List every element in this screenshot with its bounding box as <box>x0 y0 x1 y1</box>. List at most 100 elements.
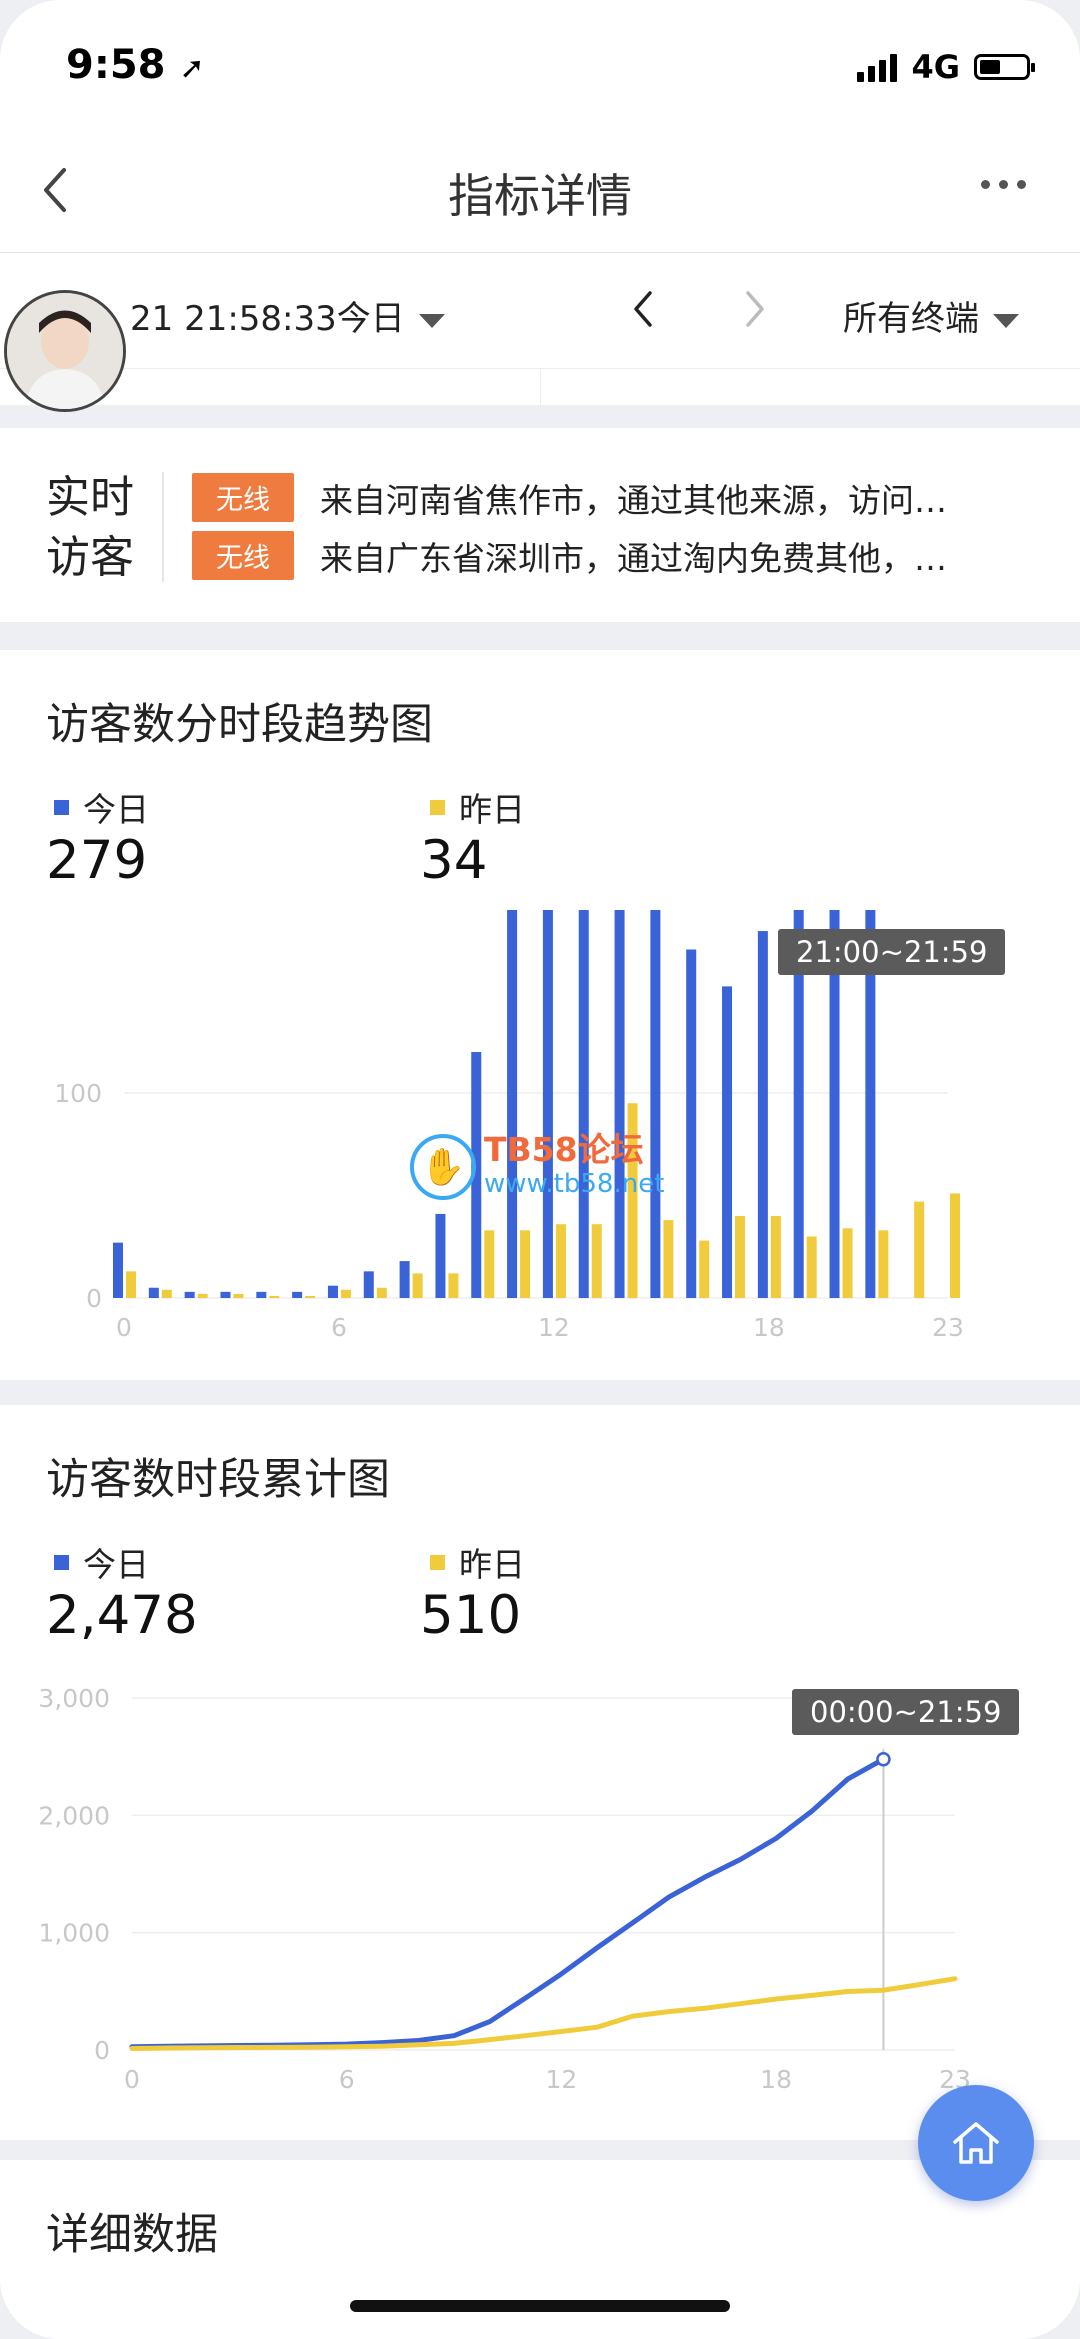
today-bar <box>686 949 697 1298</box>
chart1-tooltip: 21:00~21:59 <box>778 929 1006 975</box>
yesterday-bar <box>699 1240 710 1298</box>
yesterday-bar <box>161 1289 172 1298</box>
yesterday-bar <box>233 1293 244 1298</box>
yesterday-bar <box>842 1228 853 1298</box>
yesterday-bar <box>448 1273 459 1298</box>
previous-day-icon[interactable] <box>628 287 658 331</box>
hourly-trend-card: 访客数分时段趋势图 今日 昨日 279 34 01002003000612182… <box>0 650 1080 1380</box>
yesterday-bar <box>591 1224 602 1298</box>
today-line <box>129 1756 886 2050</box>
status-bar: 9:58 ➚ 4G <box>0 0 1080 130</box>
status-indicators: 4G <box>857 48 1035 86</box>
yesterday-bar <box>878 1230 889 1298</box>
today-bar <box>256 1291 267 1298</box>
yesterday-bar <box>269 1295 280 1298</box>
today-bar <box>113 1242 123 1298</box>
page-title: 指标详情 <box>448 169 632 223</box>
chart1-title: 访客数分时段趋势图 <box>46 700 433 750</box>
today-bar <box>435 1213 446 1298</box>
terminal-selector[interactable]: 所有终端 <box>843 291 1019 340</box>
today-bar <box>327 1285 338 1298</box>
legend-yesterday-label: 昨日 <box>459 1545 525 1584</box>
filter-bar: 21 21:58:33今日 所有终端 <box>0 253 1080 368</box>
battery-icon <box>974 54 1035 80</box>
y-tick-label: 0 <box>86 1284 102 1313</box>
realtime-visitors-card: 实时访客 无线 来自河南省焦作市，通过其他来源，访问… 无线 来自广东省深圳市，… <box>0 428 1080 622</box>
watermark-logo-icon: ✋ <box>410 1134 476 1200</box>
wireless-badge: 无线 <box>192 531 294 580</box>
legend-today-swatch <box>54 799 69 815</box>
y-tick-label: 1,000 <box>38 1919 110 1948</box>
more-icon[interactable] <box>981 180 1026 189</box>
y-tick-label: 100 <box>54 1079 102 1108</box>
yesterday-bar <box>555 1224 566 1298</box>
yesterday-bar <box>770 1216 781 1298</box>
legend-yesterday-swatch <box>430 799 445 815</box>
x-tick-label: 23 <box>932 1313 964 1340</box>
realtime-divider <box>162 472 164 582</box>
realtime-item[interactable]: 无线 来自河南省焦作市，通过其他来源，访问… <box>192 473 947 522</box>
phone-screen: 9:58 ➚ 4G 指标详情 21 21:58:33今日 所有终端 实时访客 无… <box>0 0 1080 2339</box>
yesterday-bar <box>126 1271 136 1298</box>
today-bar <box>363 1271 374 1298</box>
home-indicator[interactable] <box>350 2300 730 2312</box>
realtime-label: 实时访客 <box>46 472 134 583</box>
navigation-bar: 指标详情 <box>0 130 1080 253</box>
chart2-tooltip: 00:00~21:59 <box>792 1689 1020 1735</box>
today-total: 279 <box>46 830 148 891</box>
home-icon <box>953 2122 999 2164</box>
y-tick-label: 0 <box>94 2036 110 2065</box>
yesterday-bar <box>950 1193 960 1298</box>
legend-today-label: 今日 <box>83 790 149 829</box>
watermark-line2: www.tb58.net <box>484 1169 665 1199</box>
yesterday-bar <box>663 1220 674 1298</box>
today-bar <box>399 1261 410 1298</box>
realtime-item[interactable]: 无线 来自广东省深圳市，通过淘内免费其他，… <box>192 531 947 580</box>
status-time: 9:58 ➚ <box>66 42 205 88</box>
x-tick-label: 12 <box>538 1313 570 1340</box>
yesterday-bar <box>914 1201 925 1298</box>
location-arrow-icon: ➚ <box>179 51 205 86</box>
home-button[interactable] <box>918 2085 1034 2201</box>
today-bar <box>542 910 553 1298</box>
terminal-caret-icon <box>993 313 1019 328</box>
today-total: 2,478 <box>46 1585 198 1646</box>
legend-yesterday-label: 昨日 <box>459 790 525 829</box>
chart2-title: 访客数时段累计图 <box>46 1455 390 1505</box>
yesterday-total: 510 <box>420 1585 522 1646</box>
status-time-text: 9:58 <box>66 42 166 88</box>
yesterday-line <box>129 1976 958 2051</box>
filter-divider <box>0 368 1080 405</box>
legend-yesterday: 昨日 <box>430 1538 525 1586</box>
date-text: 21 21:58:33今日 <box>130 299 405 339</box>
realtime-item-text: 来自河南省焦作市，通过其他来源，访问… <box>320 480 947 520</box>
avatar[interactable] <box>4 290 126 412</box>
cumulative-line-chart[interactable]: 01,0002,0003,0000 6 12 18 23 <box>0 1675 1080 2105</box>
next-day-icon[interactable] <box>740 287 770 331</box>
signal-icon <box>857 52 898 82</box>
today-bar <box>184 1291 195 1298</box>
yesterday-bar <box>305 1295 316 1298</box>
yesterday-total: 34 <box>420 830 488 891</box>
dropdown-caret-icon <box>418 313 445 328</box>
detail-data-title: 详细数据 <box>46 2210 218 2260</box>
today-bar <box>614 910 625 1298</box>
today-bar <box>757 931 768 1298</box>
yesterday-bar <box>806 1236 817 1298</box>
detail-data-card: 详细数据 <box>0 2160 1080 2339</box>
watermark-line1: TB58论坛 <box>484 1130 644 1169</box>
legend-today-swatch <box>54 1554 69 1570</box>
x-tick-label: 18 <box>753 1313 785 1340</box>
legend-today: 今日 <box>54 783 149 831</box>
today-point-marker <box>876 1751 891 1767</box>
date-selector[interactable]: 21 21:58:33今日 <box>130 291 445 340</box>
yesterday-bar <box>412 1273 423 1298</box>
yesterday-bar <box>484 1230 495 1298</box>
network-type: 4G <box>911 48 960 86</box>
today-bar <box>220 1291 231 1298</box>
yesterday-bar <box>520 1230 531 1298</box>
today-bar <box>507 910 518 1298</box>
cumulative-card: 访客数时段累计图 今日 昨日 2,478 510 0 1,000 2,000 3,00… <box>0 1405 1080 2140</box>
today-bar <box>722 986 733 1298</box>
legend-today-label: 今日 <box>83 1545 149 1584</box>
